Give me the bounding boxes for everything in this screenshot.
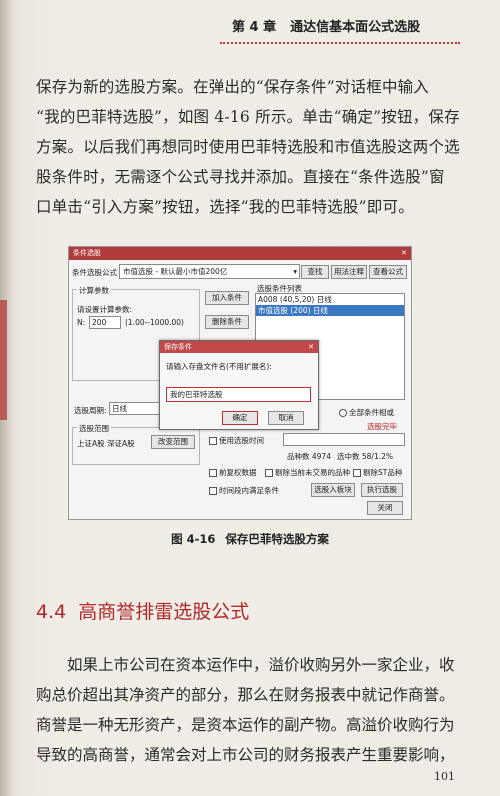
ok-button[interactable]: 确定 bbox=[222, 411, 258, 425]
time-satisfy-label: 时间段内满足条件 bbox=[219, 486, 279, 495]
text-line: 商誉是一种无形资产，是资本运作的副产物。高溢价收购行为 bbox=[36, 716, 455, 734]
section-number: 4.4 bbox=[36, 601, 67, 623]
all-conditions-radio[interactable]: 全部条件相或 bbox=[339, 407, 394, 418]
list-item[interactable]: 市值选股 (200) 日线 bbox=[256, 305, 404, 316]
remove-untraded-checkbox[interactable]: 剔除当前未交易的品种 bbox=[265, 467, 350, 478]
checkbox-icon bbox=[209, 487, 217, 495]
header-dotted-rule bbox=[220, 42, 460, 44]
checkbox-icon bbox=[265, 469, 273, 477]
period-label: 选股周期: bbox=[74, 406, 107, 415]
execute-button[interactable]: 执行选股 bbox=[361, 483, 403, 497]
window-titlebar: 条件选股 ✕ bbox=[69, 247, 411, 260]
find-button[interactable]: 查找 bbox=[301, 265, 329, 279]
figure-screenshot: 条件选股 ✕ 条件选股公式 市值选股 - 默认最小市值200亿 ▾ 查找 用法注… bbox=[68, 246, 412, 520]
figure-title: 保存巴菲特选股方案 bbox=[225, 532, 329, 546]
remove-st-label: 剔除ST品种 bbox=[363, 468, 403, 477]
remove-untraded-label: 剔除当前未交易的品种 bbox=[275, 468, 350, 477]
params-label: 计算参数 bbox=[77, 285, 111, 296]
chapter-title: 通达信基本面公式选股 bbox=[290, 20, 421, 35]
running-header: 第 4 章通达信基本面公式选股 bbox=[180, 12, 500, 46]
save-dialog: 保存条件 ✕ 请输入存盘文件名(不用扩展名): 我的巴菲特选股 确定 取消 bbox=[159, 340, 319, 430]
text-line: 股条件时，无需逐个公式寻找并添加。直接在“条件选股”窗 bbox=[36, 168, 445, 186]
range-value: 上证A股 深证A股 bbox=[77, 439, 135, 448]
checkbox-icon bbox=[209, 437, 217, 445]
import-block-button[interactable]: 选股入板块 bbox=[311, 483, 355, 497]
section-title: 高商誉排雷选股公式 bbox=[78, 601, 250, 623]
formula-value: 市值选股 - 默认最小市值200亿 bbox=[123, 267, 228, 276]
side-marker bbox=[0, 300, 7, 420]
section-heading: 4.4 高商誉排雷选股公式 bbox=[36, 597, 249, 624]
restore-label: 前复权数据 bbox=[219, 468, 257, 477]
total-count: 品种数 4974 bbox=[287, 452, 331, 461]
chapter-heading: 第 4 章通达信基本面公式选股 bbox=[232, 16, 420, 35]
list-item[interactable]: A008 (40,5,20) 日线 bbox=[256, 294, 404, 305]
range-group: 选股范围 上证A股 深证A股 改变范围 bbox=[72, 423, 200, 465]
delete-condition-button[interactable]: 删除条件 bbox=[205, 315, 249, 329]
radio-icon bbox=[339, 409, 347, 417]
restore-checkbox[interactable]: 前复权数据 bbox=[209, 467, 257, 478]
params-hint: 请设置计算参数: bbox=[77, 305, 133, 314]
time-satisfy-checkbox[interactable]: 时间段内满足条件 bbox=[209, 485, 279, 496]
remove-st-checkbox[interactable]: 剔除ST品种 bbox=[353, 467, 402, 478]
cancel-button[interactable]: 取消 bbox=[268, 411, 304, 425]
text-line: 口单击“引入方案”按钮，选择“我的巴菲特选股”即可。 bbox=[36, 198, 414, 216]
page-number: 101 bbox=[434, 770, 455, 783]
filename-input[interactable]: 我的巴菲特选股 bbox=[166, 387, 311, 402]
dialog-prompt: 请输入存盘文件名(不用扩展名): bbox=[166, 362, 272, 371]
text-line: 导致的高商誉，通常会对上市公司的财务报表产生重要影响， bbox=[36, 746, 455, 764]
close-button[interactable]: 关闭 bbox=[367, 501, 403, 515]
chapter-number: 第 4 章 bbox=[232, 20, 277, 35]
paragraph-intro: 保存为新的选股方案。在弹出的“保存条件”对话框中输入 “我的巴菲特选股”，如图 … bbox=[36, 72, 460, 222]
close-icon[interactable]: ✕ bbox=[401, 247, 407, 260]
text-line: “我的巴菲特选股”，如图 4-16 所示。单击“确定”按钮，保存 bbox=[36, 108, 460, 126]
checkbox-icon bbox=[353, 469, 361, 477]
dialog-title: 保存条件 bbox=[164, 343, 192, 351]
figure-number: 图 4-16 bbox=[171, 532, 216, 546]
chevron-down-icon: ▾ bbox=[293, 267, 297, 276]
view-formula-button[interactable]: 查看公式 bbox=[369, 265, 407, 279]
usage-button[interactable]: 用法注释 bbox=[331, 265, 367, 279]
close-icon[interactable]: ✕ bbox=[308, 341, 314, 353]
figure-caption: 图 4-16 保存巴菲特选股方案 bbox=[0, 531, 500, 547]
window-title: 条件选股 bbox=[73, 249, 101, 257]
text-line: 方案。以后我们再想同时使用巴菲特选股和市值选股这两个选 bbox=[36, 138, 460, 156]
checkbox-icon bbox=[209, 469, 217, 477]
paragraph-goodwill: 如果上市公司在资本运作中，溢价收购另外一家企业，收 购总价超出其净资产的部分，那… bbox=[36, 650, 466, 770]
time-input[interactable] bbox=[283, 433, 405, 446]
param-range: (1.00--1000.00) bbox=[125, 318, 184, 327]
formula-select[interactable]: 市值选股 - 默认最小市值200亿 ▾ bbox=[119, 264, 300, 279]
status-text: 选股完毕 bbox=[367, 422, 397, 431]
text-line: 购总价超出其净资产的部分，那么在财务报表中就记作商誉。 bbox=[36, 686, 455, 704]
all-conditions-label: 全部条件相或 bbox=[349, 408, 394, 417]
dialog-titlebar: 保存条件 ✕ bbox=[160, 341, 318, 353]
param-input[interactable]: 200 bbox=[89, 316, 121, 329]
selected-count: 选中数 58/1.2% bbox=[337, 452, 394, 461]
add-condition-button[interactable]: 加入条件 bbox=[205, 291, 249, 305]
range-label: 选股范围 bbox=[77, 423, 111, 434]
text-line: 保存为新的选股方案。在弹出的“保存条件”对话框中输入 bbox=[36, 78, 430, 96]
book-page: 第 4 章通达信基本面公式选股 保存为新的选股方案。在弹出的“保存条件”对话框中… bbox=[0, 0, 500, 796]
use-time-checkbox[interactable]: 使用选股时间 bbox=[209, 435, 264, 446]
formula-label: 条件选股公式 bbox=[72, 268, 117, 277]
change-range-button[interactable]: 改变范围 bbox=[151, 435, 195, 449]
use-time-label: 使用选股时间 bbox=[219, 436, 264, 445]
text-line: 如果上市公司在资本运作中，溢价收购另外一家企业，收 bbox=[67, 656, 455, 674]
param-name: N: bbox=[77, 318, 86, 327]
